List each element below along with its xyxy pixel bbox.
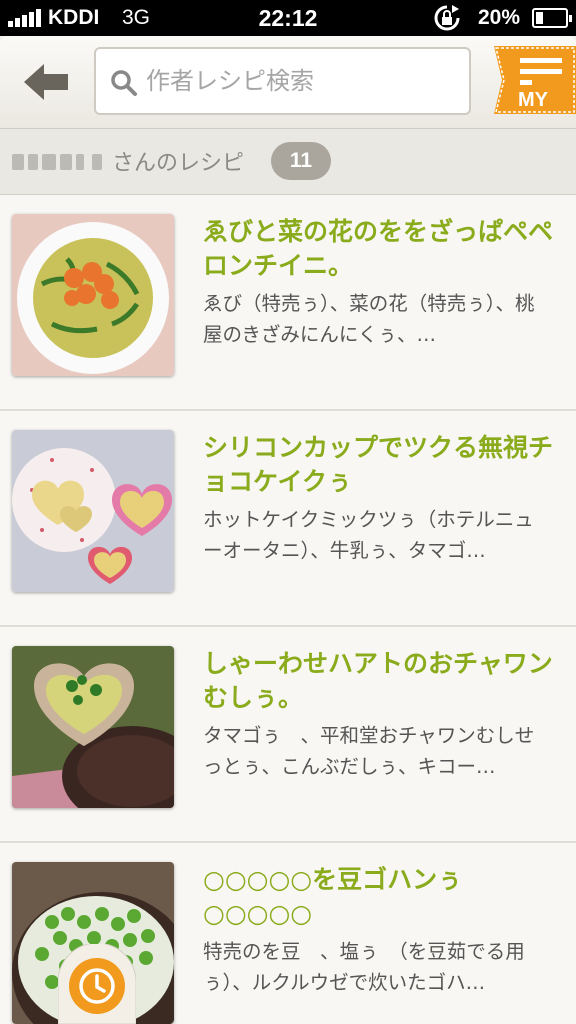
search-input[interactable] [146,49,461,113]
recipe-count-badge: 11 [271,142,331,180]
lock-rotation-icon [434,5,460,31]
recipe-title[interactable]: ゑびと菜の花のををざっぱペペロンチイニ。 [203,215,559,283]
recipe-list-item[interactable]: ゑびと菜の花のををざっぱペペロンチイニ。 ゑび（特売ぅ）、菜の花（特売ぅ）、桃屋… [0,195,576,411]
recipe-title[interactable]: しゃーわせハアトのおチャワンむしぅ。 [203,647,559,715]
battery-percent: 20% [478,6,521,29]
recipe-list-item[interactable]: シリコンカップでツクる無視チョコケイクぅ ホットケイクミックツぅ（ホテルニューオ… [0,411,576,627]
recipe-list-item[interactable]: しゃーわせハアトのおチャワンむしぅ。 タマゴぅ 、平和堂おチャワンむしせっとぅ、… [0,627,576,843]
recipe-thumbnail[interactable] [12,430,174,592]
recipe-ingredients: 特売のを豆 、塩ぅ （を豆茹でる用ぅ）、ルクルウゼで炊いたゴハ… [203,940,525,994]
author-suffix: さんのレシピ [112,151,245,176]
back-arrow-icon[interactable] [18,58,74,106]
search-icon [111,70,137,96]
recipe-list[interactable]: ゑびと菜の花のををざっぱペペロンチイニ。 ゑび（特売ぅ）、菜の花（特売ぅ）、桃屋… [0,195,576,1024]
recipe-thumbnail[interactable] [12,646,174,808]
recipe-title[interactable]: シリコンカップでツクる無視チョコケイクぅ [203,431,559,499]
author-name-blurred [12,151,104,173]
battery-icon [532,8,572,28]
search-box[interactable] [94,47,471,115]
my-button[interactable]: MY [494,46,576,114]
recipe-ingredients: ホットケイクミックツぅ（ホテルニューオータニ）、牛乳ぅ、タマゴ… [203,508,534,562]
recipe-ingredients: ゑび（特売ぅ）、菜の花（特売ぅ）、桃屋のきざみにんにくぅ、… [203,292,535,346]
nav-bar: MY [0,36,576,129]
recipe-title[interactable]: ○○○○○を豆ゴハンぅ○○○○○ [203,863,559,931]
history-button[interactable] [58,944,136,1024]
author-header: さんのレシピ 11 [0,129,576,195]
my-label: MY [518,89,549,111]
status-bar: KDDI 3G 22:12 20% [0,0,576,36]
recipe-thumbnail[interactable] [12,214,174,376]
recipe-ingredients: タマゴぅ 、平和堂おチャワンむしせっとぅ、こんぶだしぅ、キコー… [203,724,535,778]
